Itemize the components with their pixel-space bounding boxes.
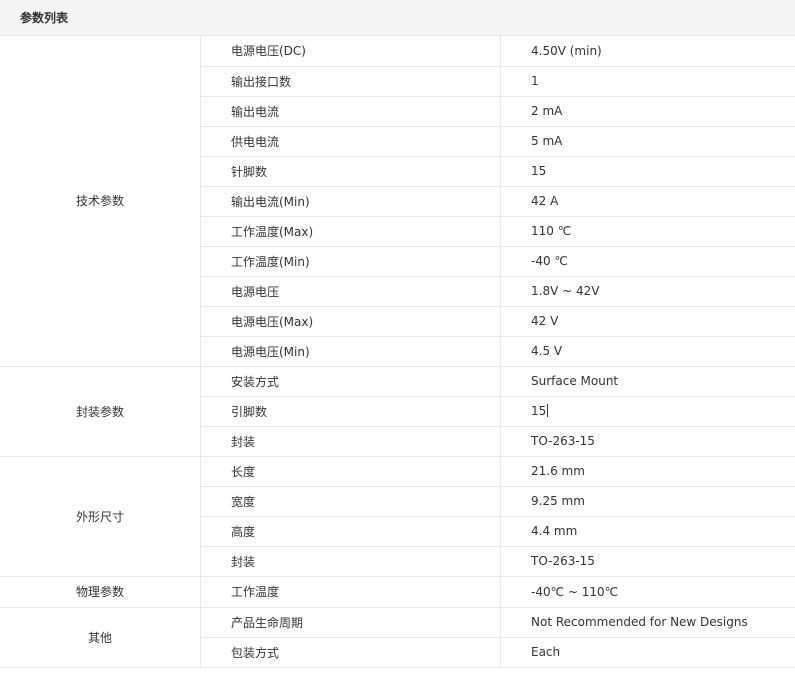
group-label: 封装参数 [0,366,201,457]
parameter-value-text: -40℃ ~ 110℃ [531,584,619,599]
parameter-name: 宽度 [200,486,501,517]
parameter-value-text: 4.4 mm [531,524,578,538]
parameter-value-text: Surface Mount [531,374,619,388]
parameter-value-text: 110 ℃ [531,224,572,238]
parameter-name: 输出电流 [200,96,501,127]
parameter-value: 21.6 mm [500,456,795,487]
group-label: 技术参数 [0,36,201,367]
parameter-value: 15 [500,396,795,427]
parameter-value-text: 5 mA [531,134,563,148]
parameter-name: 安装方式 [200,366,501,397]
parameter-list-panel: 参数列表 技术参数 电源电压(DC) 4.50V (min) 输出接口数 1 输出电流 2 … [0,0,795,668]
parameter-value: 4.4 mm [500,516,795,547]
parameter-value: -40 ℃ [500,246,795,277]
table-row: 物理参数 工作温度 -40℃ ~ 110℃ [0,576,795,608]
parameter-value: 2 mA [500,96,795,127]
parameter-value: 4.5 V [500,336,795,367]
parameter-value-text: 4.5 V [531,344,563,358]
parameter-value-text: TO-263-15 [531,554,595,568]
parameter-value-text: 15 [531,164,547,178]
parameter-value-text: 42 A [531,194,559,208]
parameter-value: 4.50V (min) [500,36,795,67]
parameter-value: 110 ℃ [500,216,795,247]
text-cursor [547,404,549,417]
parameter-name: 引脚数 [200,396,501,427]
parameter-name: 封装 [200,546,501,577]
panel-header: 参数列表 [0,0,795,36]
parameter-name: 供电电流 [200,126,501,157]
parameter-value-text: 1 [531,74,539,88]
parameter-name: 高度 [200,516,501,547]
parameter-value-text: Not Recommended for New Designs [531,615,748,629]
parameter-value-text: 42 V [531,314,559,328]
parameter-name: 针脚数 [200,156,501,187]
parameter-value-text: 4.50V (min) [531,43,602,58]
parameter-value: 1.8V ~ 42V [500,276,795,307]
group-label: 物理参数 [0,576,201,608]
parameter-value-text: 9.25 mm [531,494,585,508]
table-row: 外形尺寸 长度 21.6 mm [0,456,795,577]
parameter-value-text: TO-263-15 [531,434,595,448]
parameter-name: 电源电压(DC) [200,36,501,67]
parameter-value: 42 V [500,306,795,337]
parameter-name: 电源电压 [200,276,501,307]
parameter-name: 输出电流(Min) [200,186,501,217]
parameter-value: Each [500,637,795,668]
parameter-table: 技术参数 电源电压(DC) 4.50V (min) 输出接口数 1 输出电流 2 mA 供电电… [0,36,795,668]
parameter-value: Not Recommended for New Designs [500,607,795,638]
parameter-name: 长度 [200,456,501,487]
parameter-value-text: Each [531,645,561,659]
table-row: 技术参数 电源电压(DC) 4.50V (min) [0,36,795,367]
parameter-name: 输出接口数 [200,66,501,97]
parameter-table-body: 技术参数 电源电压(DC) 4.50V (min) 输出接口数 1 输出电流 2 mA 供电电… [0,36,795,668]
parameter-name: 电源电压(Min) [200,336,501,367]
panel-title: 参数列表 [20,11,69,25]
parameter-value-text: 1.8V ~ 42V [531,284,600,298]
parameter-value: 9.25 mm [500,486,795,517]
parameter-value-text: 21.6 mm [531,464,585,478]
parameter-name: 工作温度(Max) [200,216,501,247]
parameter-value-text: 2 mA [531,104,563,118]
group-label: 外形尺寸 [0,456,201,577]
parameter-name: 包装方式 [200,637,501,668]
parameter-name: 工作温度(Min) [200,246,501,277]
parameter-value: 1 [500,66,795,97]
parameter-value: TO-263-15 [500,546,795,577]
group-label: 其他 [0,607,201,668]
parameter-value: 42 A [500,186,795,217]
parameter-value: 5 mA [500,126,795,157]
parameter-name: 产品生命周期 [200,607,501,638]
parameter-value: 15 [500,156,795,187]
parameter-value: TO-263-15 [500,426,795,457]
parameter-name: 电源电压(Max) [200,306,501,337]
parameter-value-text: -40 ℃ [531,254,568,268]
parameter-value: -40℃ ~ 110℃ [500,576,795,608]
parameter-name: 封装 [200,426,501,457]
parameter-value: Surface Mount [500,366,795,397]
parameter-name: 工作温度 [200,576,501,608]
table-row: 其他 产品生命周期 Not Recommended for New Designs [0,607,795,668]
table-row: 封装参数 安装方式 Surface Mount [0,366,795,457]
parameter-value-text: 15 [531,404,547,418]
